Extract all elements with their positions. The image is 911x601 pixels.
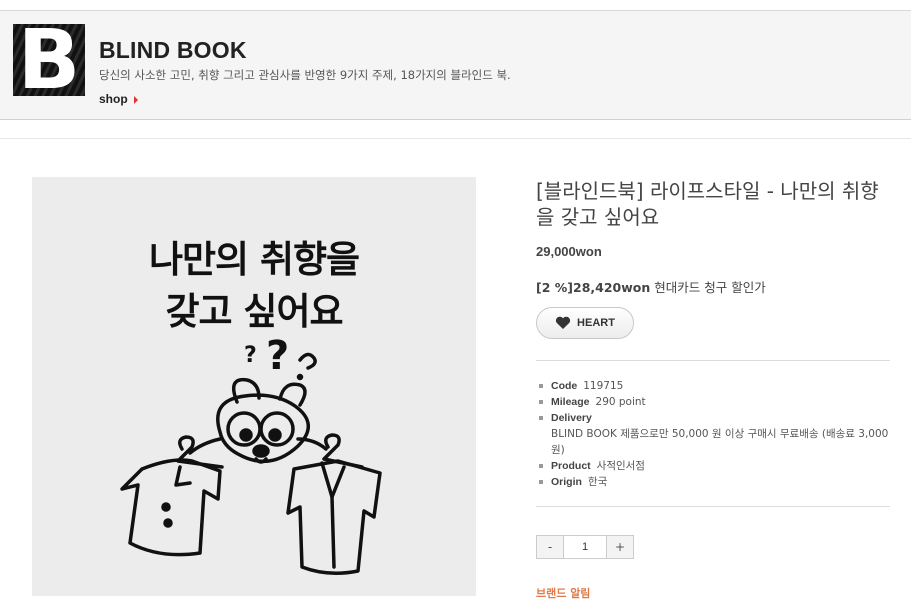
info-value: 한국	[587, 476, 608, 488]
info-divider-bottom	[536, 506, 890, 507]
info-label: Delivery	[551, 412, 592, 424]
info-label: Product	[551, 460, 591, 472]
info-label: Mileage	[551, 396, 590, 408]
quantity-stepper: - +	[536, 535, 634, 559]
info-divider-top	[536, 360, 890, 361]
brand-logo-letter: B	[17, 24, 81, 96]
quantity-minus-button[interactable]: -	[537, 536, 564, 558]
quantity-input[interactable]	[564, 536, 606, 558]
info-value: BLIND BOOK 제품으로만 50,000 원 이상 구매시 무료배송 (배…	[551, 428, 889, 456]
brand-name: BLIND BOOK	[99, 37, 247, 63]
product-title: [블라인드북] 라이프스타일 - 나만의 취향을 갖고 싶어요	[536, 179, 879, 229]
svg-text:?: ?	[244, 343, 257, 368]
heart-button-label: HEART	[577, 317, 615, 329]
info-item-origin: Origin 한국	[539, 474, 889, 490]
svg-text:?: ?	[266, 333, 289, 379]
info-value: 290 point	[595, 396, 646, 408]
card-discount-amount: [2 %]28,420won	[536, 280, 651, 295]
info-value: 사적인서점	[596, 460, 645, 472]
card-discount-desc: 현대카드 청구 할인가	[654, 280, 766, 295]
brand-header: B BLIND BOOK 당신의 사소한 고민, 취향 그리고 관심사를 반영한…	[0, 10, 911, 120]
heart-button[interactable]: HEART	[536, 307, 634, 339]
info-label: Origin	[551, 476, 582, 488]
shop-link[interactable]: shop	[99, 92, 138, 106]
quantity-plus-button[interactable]: +	[606, 536, 633, 558]
product-price: 29,000won	[536, 244, 602, 259]
info-item-delivery: Delivery BLIND BOOK 제품으로만 50,000 원 이상 구매시…	[539, 410, 889, 458]
product-info-list: Code 119715 Mileage 290 point Delivery BLIN…	[539, 378, 889, 490]
info-item-product: Product 사적인서점	[539, 458, 889, 474]
shop-link-label: shop	[99, 92, 128, 106]
info-item-code: Code 119715	[539, 378, 889, 394]
brand-description: 당신의 사소한 고민, 취향 그리고 관심사를 반영한 9가지 주제, 18가지…	[99, 68, 511, 82]
info-value: 119715	[583, 380, 624, 392]
section-divider	[0, 138, 911, 139]
brand-notice-link[interactable]: 브랜드 알림	[536, 585, 590, 601]
info-label: Code	[551, 380, 578, 392]
product-image[interactable]: 나만의 취향을 갖고 싶어요 ? ?	[32, 177, 476, 596]
cartoon-character-icon: ? ?	[120, 333, 382, 575]
card-discount-price: [2 %]28,420won 현대카드 청구 할인가	[536, 277, 766, 296]
brand-logo[interactable]: B	[13, 24, 85, 96]
heart-icon	[555, 316, 571, 329]
arrow-right-icon	[133, 95, 138, 104]
info-item-mileage: Mileage 290 point	[539, 394, 889, 410]
